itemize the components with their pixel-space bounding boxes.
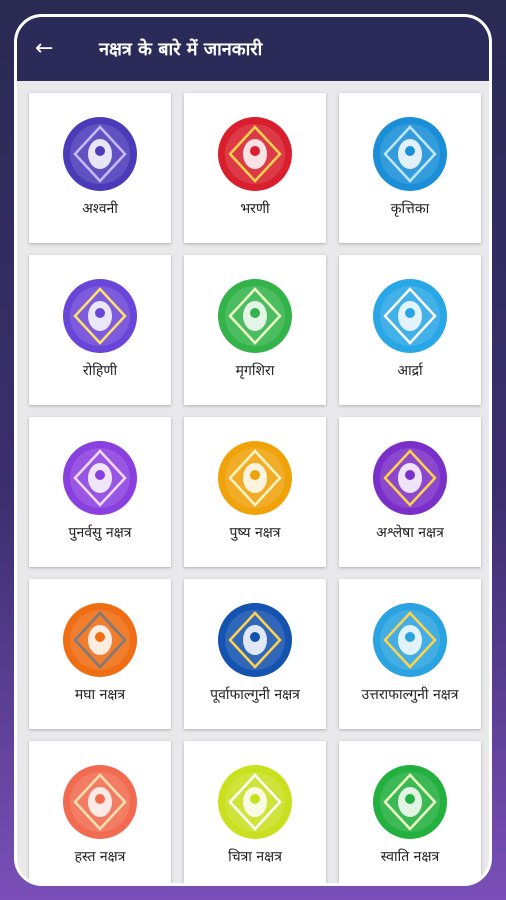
nakshatra-card[interactable]: स्वाति नक्षत्र [339, 741, 481, 883]
heart-diamond-icon [218, 117, 292, 191]
lotus-icon [218, 441, 292, 515]
nakshatra-card[interactable]: रोहिणी [29, 255, 171, 405]
serpent-icon [373, 441, 447, 515]
deer-icon [218, 279, 292, 353]
app-bar: ← नक्षत्र के बारे में जानकारी [17, 17, 489, 81]
nakshatra-card[interactable]: पुनर्वसु नक्षत्र [29, 417, 171, 567]
nakshatra-card[interactable]: अश्वनी [29, 93, 171, 243]
nakshatra-card[interactable]: चित्रा नक्षत्र [184, 741, 326, 883]
nakshatra-label: रोहिणी [82, 363, 118, 379]
nakshatra-label: पुष्य नक्षत्र [229, 525, 281, 541]
nakshatra-card[interactable]: कृत्तिका [339, 93, 481, 243]
horse-icon [63, 117, 137, 191]
nakshatra-card[interactable]: पुष्य नक्षत्र [184, 417, 326, 567]
nakshatra-label: हस्त नक्षत्र [74, 849, 126, 865]
knife-icon [373, 117, 447, 191]
pearl-shell-icon [218, 765, 292, 839]
page-title: नक्षत्र के बारे में जानकारी [99, 39, 263, 60]
nakshatra-label: कृत्तिका [390, 201, 430, 217]
nakshatra-label: चित्रा नक्षत्र [228, 849, 282, 865]
arrow-left-icon[interactable]: ← [35, 38, 75, 60]
nakshatra-label: अश्लेषा नक्षत्र [376, 525, 444, 541]
nakshatra-label: मृगशिरा [235, 363, 275, 379]
nakshatra-label: पूर्वाफाल्गुनी नक्षत्र [210, 687, 300, 703]
nakshatra-grid: अश्वनी भरणी कृत्तिका रोहिणी मृगशिरा आर्द्रा पु… [29, 93, 481, 883]
nakshatra-label: मघा नक्षत्र [74, 687, 126, 703]
bed-icon [218, 603, 292, 677]
nakshatra-card[interactable]: मघा नक्षत्र [29, 579, 171, 729]
nakshatra-label: आर्द्रा [397, 363, 423, 379]
nakshatra-card[interactable]: पूर्वाफाल्गुनी नक्षत्र [184, 579, 326, 729]
nakshatra-label: पुनर्वसु नक्षत्र [68, 525, 132, 541]
chariot-icon [63, 279, 137, 353]
nakshatra-label: भरणी [240, 201, 270, 217]
quiver-icon [63, 441, 137, 515]
nakshatra-label: उत्तराफाल्गुनी नक्षत्र [361, 687, 459, 703]
nakshatra-card[interactable]: हस्त नक्षत्र [29, 741, 171, 883]
nakshatra-card[interactable]: आर्द्रा [339, 255, 481, 405]
hand-icon [63, 765, 137, 839]
nakshatra-card[interactable]: उत्तराफाल्गुनी नक्षत्र [339, 579, 481, 729]
tree-icon [373, 765, 447, 839]
bed-legs-icon [373, 603, 447, 677]
nakshatra-label: स्वाति नक्षत्र [380, 849, 440, 865]
throne-icon [63, 603, 137, 677]
nakshatra-card[interactable]: मृगशिरा [184, 255, 326, 405]
nakshatra-card[interactable]: अश्लेषा नक्षत्र [339, 417, 481, 567]
head-icon [373, 279, 447, 353]
app-screen: ← नक्षत्र के बारे में जानकारी अश्वनी भरणी… [14, 14, 492, 886]
nakshatra-label: अश्वनी [82, 201, 118, 217]
nakshatra-card[interactable]: भरणी [184, 93, 326, 243]
